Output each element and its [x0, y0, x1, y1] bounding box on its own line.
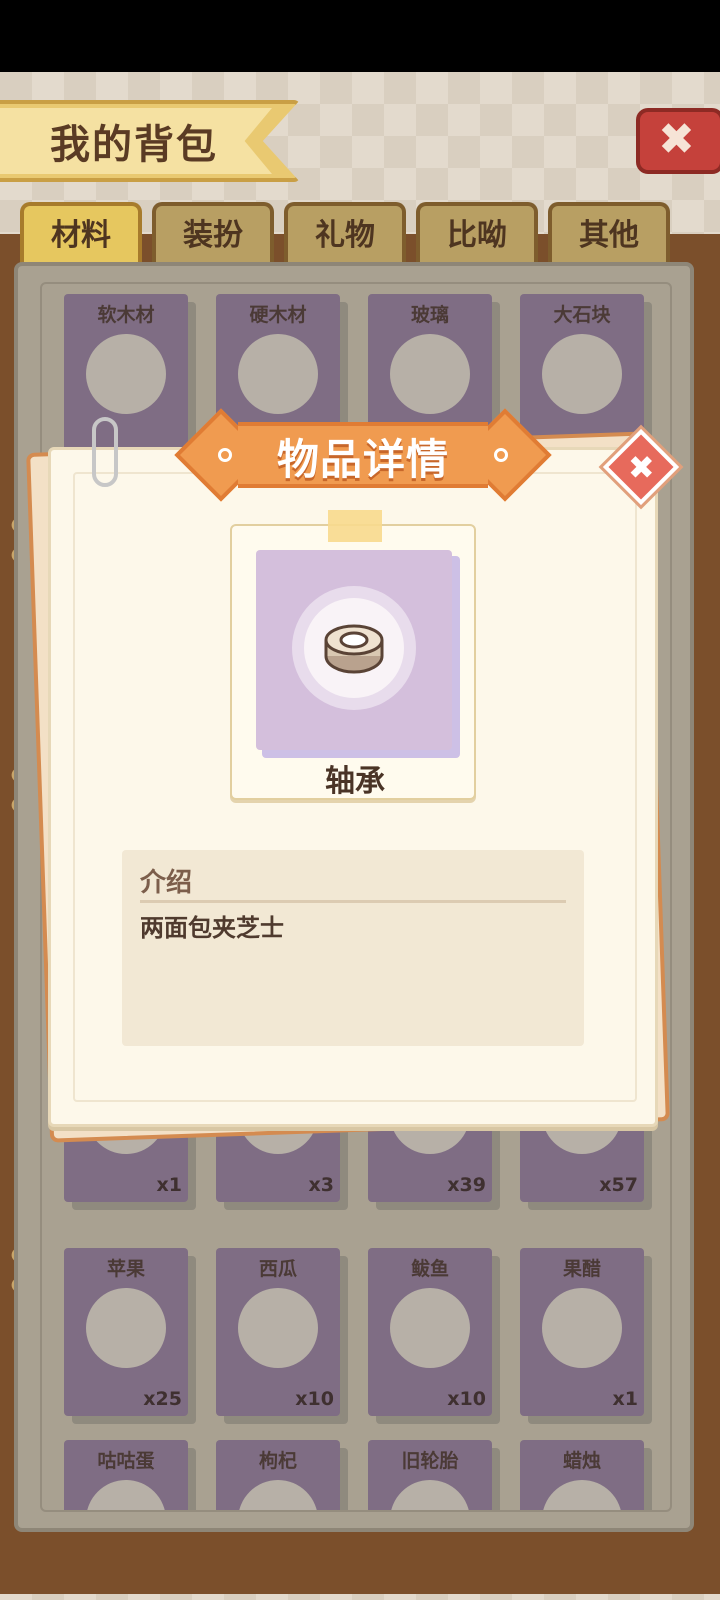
inventory-item-soft-wood[interactable]: 软木材 — [64, 294, 188, 462]
log-icon — [86, 334, 166, 414]
bearing-icon — [324, 624, 384, 674]
inventory-item-vinegar[interactable]: 果醋 x1 — [520, 1248, 644, 1416]
game-screen: 我的背包 ✖ 材料 装扮 礼物 比呦 其他 软木材 硬木材 玻璃 大石块 x1 … — [0, 72, 720, 1600]
tape-decoration — [328, 510, 382, 542]
close-x-icon: ✖ — [627, 448, 655, 487]
close-backpack-button[interactable]: ✖ — [636, 108, 720, 174]
category-tabs: 材料 装扮 礼物 比呦 其他 — [20, 202, 720, 266]
egg-icon — [86, 1480, 166, 1510]
glass-icon — [390, 334, 470, 414]
berries-icon — [238, 1480, 318, 1510]
tire-icon — [390, 1480, 470, 1510]
item-card: 轴承 — [230, 510, 476, 800]
close-x-icon: ✖ — [658, 114, 695, 165]
status-bar — [0, 0, 720, 72]
description-text: 两面包夹芝士 — [140, 914, 284, 942]
candle-icon — [542, 1480, 622, 1510]
item-name: 轴承 — [325, 764, 385, 799]
divider — [140, 900, 566, 903]
page-title: 我的背包 — [50, 122, 218, 168]
watermelon-icon — [238, 1288, 318, 1368]
modal-title-banner: 物品详情 — [174, 408, 552, 502]
tab-others[interactable]: 其他 — [548, 202, 670, 266]
description-box: 介绍 两面包夹芝士 — [122, 850, 584, 1046]
inventory-item-mackerel[interactable]: 鲅鱼 x10 — [368, 1248, 492, 1416]
tab-biyou[interactable]: 比呦 — [416, 202, 538, 266]
tab-gifts[interactable]: 礼物 — [284, 202, 406, 266]
jar-icon — [542, 1288, 622, 1368]
inventory-item-candle[interactable]: 蜡烛 — [520, 1440, 644, 1510]
stone-icon — [542, 334, 622, 414]
inventory-item-apple[interactable]: 苹果 x25 — [64, 1248, 188, 1416]
log-icon — [238, 334, 318, 414]
tab-materials[interactable]: 材料 — [20, 202, 142, 266]
apple-icon — [86, 1288, 166, 1368]
tab-outfits[interactable]: 装扮 — [152, 202, 274, 266]
inventory-item-egg[interactable]: 咕咕蛋 — [64, 1440, 188, 1510]
item-image — [256, 550, 452, 750]
fish-icon — [390, 1288, 470, 1368]
inventory-item-goji[interactable]: 枸杞 — [216, 1440, 340, 1510]
paperclip-icon — [92, 417, 118, 487]
inventory-item-old-tire[interactable]: 旧轮胎 — [368, 1440, 492, 1510]
modal-title: 物品详情 — [276, 435, 449, 484]
inventory-item-watermelon[interactable]: 西瓜 x10 — [216, 1248, 340, 1416]
description-title: 介绍 — [140, 868, 193, 898]
